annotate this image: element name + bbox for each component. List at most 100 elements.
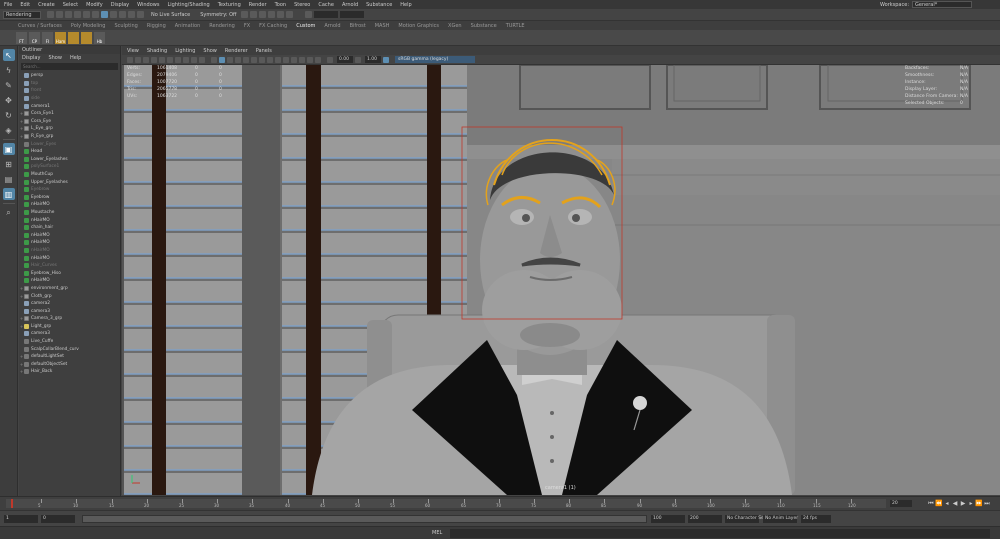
step-forward-frame-icon[interactable]: ▸ (967, 500, 975, 507)
shelf-button-0[interactable]: FT (16, 32, 27, 44)
color-space-dropdown[interactable]: sRGB gamma (legacy) (395, 56, 475, 63)
outliner-item[interactable]: polySurface1 (19, 163, 120, 171)
outliner-item[interactable]: nHairMO (19, 239, 120, 247)
camera-attributes-icon[interactable] (135, 56, 141, 63)
playback-start-field[interactable]: 0 (41, 514, 75, 523)
menu-select[interactable]: Select (63, 2, 78, 8)
shelf-tab-xgen[interactable]: XGen (448, 23, 462, 29)
wireframe-icon[interactable] (211, 56, 217, 63)
render-settings-icon[interactable] (268, 11, 276, 18)
shelf-tab-arnold[interactable]: Arnold (324, 23, 340, 29)
motion-blur-icon[interactable] (275, 56, 281, 63)
outliner-item[interactable]: nHairMO (19, 254, 120, 262)
snap-grid-icon[interactable] (119, 11, 126, 18)
outliner-item[interactable]: top (19, 80, 120, 88)
shelf-button-6[interactable]: Hb (94, 32, 105, 44)
depth-of-field-icon[interactable] (291, 56, 297, 63)
exposure-icon[interactable] (327, 56, 333, 63)
outliner-item[interactable]: Head (19, 148, 120, 156)
outliner-item[interactable]: nHairMO (19, 201, 120, 209)
outliner-item[interactable]: Eyebrow_Hiso (19, 269, 120, 277)
shelf-button-5[interactable] (81, 32, 92, 44)
menu-arnold[interactable]: Arnold (342, 2, 358, 8)
xray-joints-icon[interactable] (315, 56, 321, 63)
playback-end-field[interactable]: 100 (651, 514, 685, 523)
outliner-item[interactable]: + L_Eye_grp (19, 125, 120, 133)
image-plane-icon[interactable] (151, 56, 157, 63)
viewport-menu-panels[interactable]: Panels (256, 48, 272, 54)
scene-start-field[interactable]: 1 (4, 514, 38, 523)
menu-substance[interactable]: Substance (366, 2, 392, 8)
outliner-item[interactable]: + Cloth_grp (19, 292, 120, 300)
wireframe-on-shaded-icon[interactable] (235, 56, 241, 63)
scene-end-field[interactable]: 200 (688, 514, 722, 523)
symmetry-label[interactable]: Symmetry: Off (200, 12, 236, 18)
exposure-field[interactable]: 0.00 (337, 56, 353, 63)
outliner-item[interactable]: Lower_Eyelashes (19, 156, 120, 164)
select-camera-icon[interactable] (127, 56, 133, 63)
default-material-icon[interactable] (227, 56, 233, 63)
bookmark-icon[interactable] (143, 56, 149, 63)
gamma-field[interactable]: 1.00 (365, 56, 381, 63)
shelf-tab-mash[interactable]: MASH (375, 23, 390, 29)
select-tool-icon[interactable]: ↖ (2, 49, 15, 61)
menu-file[interactable]: File (4, 2, 12, 8)
shelf-button-2[interactable]: FI (42, 32, 53, 44)
menu-create[interactable]: Create (38, 2, 55, 8)
snap-point-icon[interactable] (137, 11, 144, 18)
outliner-item[interactable]: + Camera_3_grp (19, 315, 120, 323)
input-field-2[interactable] (340, 11, 365, 18)
time-slider[interactable]: 5 10 15 20 25 30 35 40 45 50 55 60 65 70 75 80 85 90 95 100… (0, 496, 1000, 510)
shelf-button-1[interactable]: CP (29, 32, 40, 44)
outliner-item[interactable]: + R_Eye_grp (19, 133, 120, 141)
menu-stereo[interactable]: Stereo (294, 2, 310, 8)
menu-help[interactable]: Help (400, 2, 411, 8)
paint-select-icon[interactable]: ✎ (3, 79, 15, 91)
outliner-item[interactable]: Live_Cuffe (19, 338, 120, 346)
play-backward-icon[interactable]: ◀ (951, 500, 959, 507)
workspace-dropdown[interactable]: General* (912, 1, 972, 8)
shelf-button-3[interactable]: Ham (55, 32, 66, 44)
live-surface-label[interactable]: No Live Surface (151, 12, 190, 18)
shelf-tab-custom[interactable]: Custom (296, 23, 315, 29)
shelf-tab-sculpting[interactable]: Sculpting (114, 23, 137, 29)
search-icon[interactable]: ⌕ (3, 207, 15, 219)
viewport-menu-lighting[interactable]: Lighting (175, 48, 195, 54)
input-field[interactable] (314, 11, 339, 18)
gamma-icon[interactable] (355, 56, 361, 63)
outliner-item[interactable]: nHairMO (19, 231, 120, 239)
3d-viewport[interactable]: Verts: 1061408 0 0 Edges: 2079406 0 0 Faces: 1007… (122, 65, 1000, 495)
character-set-dropdown[interactable]: No Character Set (725, 514, 766, 523)
shelf-tab-substance[interactable]: Substance (471, 23, 497, 29)
outliner-item[interactable]: chain_hair (19, 224, 120, 232)
menuset-dropdown[interactable]: Rendering (3, 10, 41, 19)
outliner-item[interactable]: Upper_Eyelashes (19, 178, 120, 186)
shelf-tab-motion-graphics[interactable]: Motion Graphics (398, 23, 439, 29)
fps-dropdown[interactable]: 24 fps (801, 514, 831, 523)
outliner-item[interactable]: MouthCup (19, 171, 120, 179)
menu-cache[interactable]: Cache (318, 2, 334, 8)
shelf-tab-rendering[interactable]: Rendering (209, 23, 235, 29)
viewport-menu-renderer[interactable]: Renderer (225, 48, 248, 54)
shelf-tab-animation[interactable]: Animation (175, 23, 201, 29)
render-frame-icon[interactable] (250, 11, 258, 18)
outliner-item[interactable]: + Cora_Eye (19, 118, 120, 126)
menu-lighting-shading[interactable]: Lighting/Shading (167, 2, 209, 8)
outliner-item[interactable]: camera3 (19, 307, 120, 315)
outliner-item[interactable]: Lower_Eyes (19, 140, 120, 148)
film-gate-icon[interactable] (167, 56, 173, 63)
shelf-tab-turtle[interactable]: TURTLE (506, 23, 525, 29)
color-management-icon[interactable] (383, 56, 389, 63)
go-to-end-icon[interactable]: ⏭ (983, 500, 991, 507)
menu-modify[interactable]: Modify (86, 2, 103, 8)
select-object-icon[interactable] (101, 11, 108, 18)
screen-space-ao-icon[interactable] (267, 56, 273, 63)
play-forward-icon[interactable]: ▶ (959, 500, 967, 507)
outliner-layout-icon[interactable]: ▤ (3, 173, 15, 185)
menu-display[interactable]: Display (111, 2, 129, 8)
menu-windows[interactable]: Windows (137, 2, 159, 8)
shelf-button-4[interactable] (68, 32, 79, 44)
shelf-tab-bifrost[interactable]: Bifrost (350, 23, 366, 29)
new-scene-icon[interactable] (47, 11, 54, 18)
isolate-select-icon[interactable] (299, 56, 305, 63)
